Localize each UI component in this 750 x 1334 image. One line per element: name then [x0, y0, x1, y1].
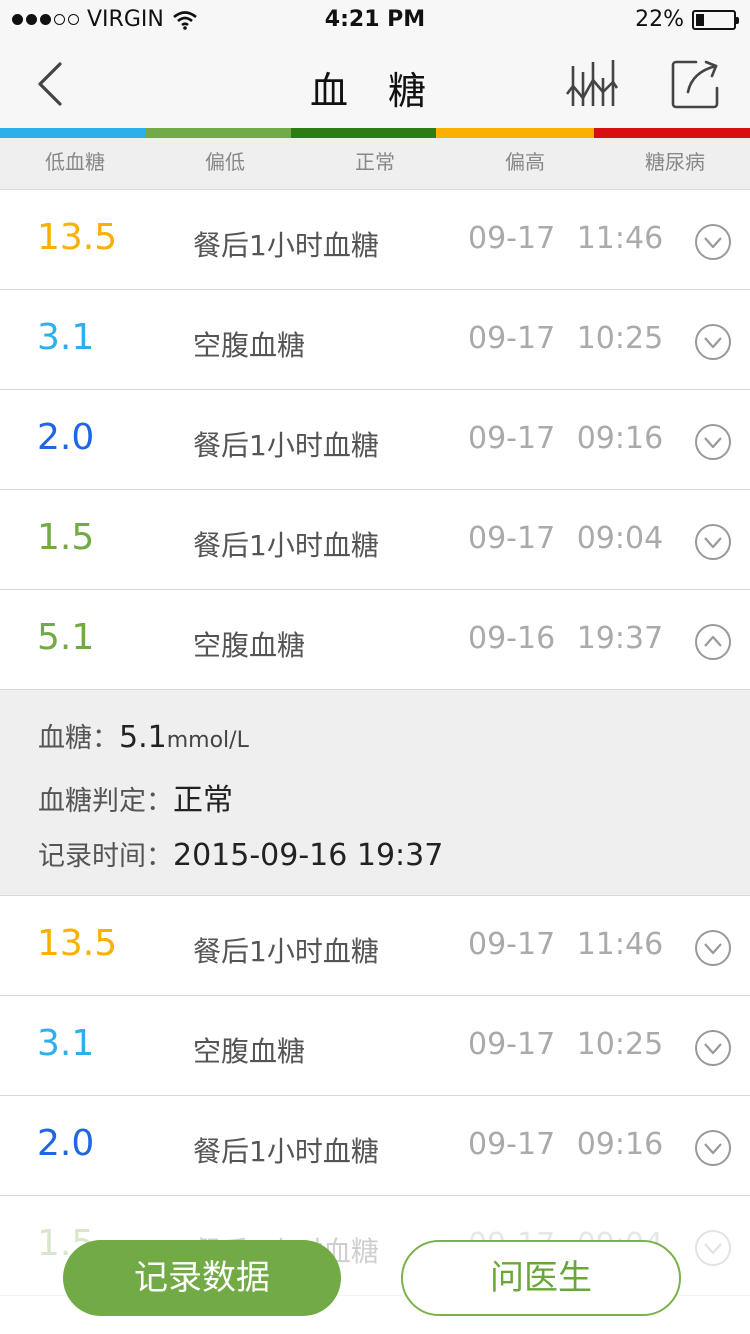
chevron-down-icon[interactable]	[694, 1029, 732, 1067]
battery-percent: 22%	[635, 7, 684, 32]
record-row[interactable]: 5.1 空腹血糖 09-16 19:37	[0, 590, 750, 690]
chevron-up-icon[interactable]	[694, 623, 732, 661]
battery-icon	[692, 9, 739, 30]
page-title: 血 糖	[309, 69, 441, 113]
ask-doctor-button[interactable]: 问医生	[401, 1240, 681, 1316]
color-bar-segment	[291, 128, 436, 138]
glucose-value: 5.1	[37, 617, 95, 658]
glucose-value: 2.0	[37, 1123, 95, 1164]
detail-judge-value: 正常	[173, 783, 233, 818]
record-list: 13.5 餐后1小时血糖 09-17 11:46 3.1 空腹血糖 09-17 10:25…	[0, 190, 750, 1296]
level-label-normal: 正常	[355, 150, 395, 174]
record-row[interactable]: 1.5 餐后1小时血糖 09-17 09:04	[0, 490, 750, 590]
color-bar-segment	[0, 128, 145, 138]
measurement-type: 餐后1小时血糖	[193, 429, 379, 462]
level-label-diabetes: 糖尿病	[645, 150, 705, 174]
record-time: 09-17 09:16	[468, 1127, 664, 1162]
status-bar: VIRGIN 4:21 PM 22%	[0, 0, 750, 40]
chevron-down-icon[interactable]	[694, 223, 732, 261]
measurement-type: 空腹血糖	[193, 329, 306, 362]
record-time: 09-17 10:25	[468, 321, 664, 356]
detail-judge: 血糖判定：正常	[38, 775, 750, 834]
record-row[interactable]: 13.5 餐后1小时血糖 09-17 11:46	[0, 896, 750, 996]
color-bar-segment	[145, 128, 291, 138]
glucose-value: 2.0	[37, 417, 95, 458]
nav-bar: 血 糖	[0, 40, 750, 128]
chevron-down-icon[interactable]	[694, 523, 732, 561]
share-button[interactable]	[670, 58, 722, 110]
level-label-high: 偏高	[505, 150, 545, 174]
chevron-down-icon[interactable]	[694, 323, 732, 361]
detail-time-value: 2015-09-16 19:37	[173, 838, 444, 873]
detail-sugar: 血糖：5.1mmol/L	[38, 716, 750, 775]
glucose-value: 13.5	[37, 923, 118, 964]
measurement-type: 餐后1小时血糖	[193, 1135, 379, 1168]
measurement-type: 餐后1小时血糖	[193, 529, 379, 562]
color-bar-segment	[594, 128, 750, 138]
level-label-low: 偏低	[205, 150, 245, 174]
measurement-type: 空腹血糖	[193, 629, 306, 662]
record-data-button[interactable]: 记录数据	[63, 1240, 341, 1316]
glucose-value: 3.1	[37, 1023, 95, 1064]
detail-time: 记录时间：2015-09-16 19:37	[38, 834, 750, 893]
detail-sugar-value: 5.1	[119, 720, 167, 755]
record-time: 09-17 11:46	[468, 927, 664, 962]
color-bar-segment	[436, 128, 594, 138]
record-time: 09-17 10:25	[468, 1027, 664, 1062]
chevron-down-icon[interactable]	[694, 1129, 732, 1167]
chart-button[interactable]	[565, 58, 619, 110]
glucose-value: 13.5	[37, 217, 118, 258]
detail-time-label: 记录时间：	[38, 841, 173, 872]
glucose-value: 1.5	[37, 517, 95, 558]
chevron-down-icon[interactable]	[694, 423, 732, 461]
record-row[interactable]: 2.0 餐后1小时血糖 09-17 09:16	[0, 390, 750, 490]
record-time: 09-17 11:46	[468, 221, 664, 256]
level-label-hypoglycemia: 低血糖	[45, 150, 105, 174]
record-detail-panel: 血糖：5.1mmol/L 血糖判定：正常 记录时间：2015-09-16 19:37	[0, 690, 750, 896]
measurement-type: 餐后1小时血糖	[193, 935, 379, 968]
record-row[interactable]: 3.1 空腹血糖 09-17 10:25	[0, 290, 750, 390]
battery-status: 22%	[635, 7, 739, 32]
measurement-type: 空腹血糖	[193, 1035, 306, 1068]
glucose-level-labels: 低血糖 偏低 正常 偏高 糖尿病	[0, 138, 750, 190]
record-row[interactable]: 13.5 餐后1小时血糖 09-17 11:46	[0, 190, 750, 290]
glucose-level-color-bar	[0, 128, 750, 138]
detail-judge-label: 血糖判定：	[38, 786, 173, 817]
record-time: 09-17 09:04	[468, 521, 664, 556]
share-icon	[671, 60, 719, 109]
record-time: 09-16 19:37	[468, 621, 664, 656]
detail-sugar-unit: mmol/L	[166, 728, 249, 753]
chart-icon	[565, 60, 619, 106]
glucose-value: 3.1	[37, 317, 95, 358]
record-row[interactable]: 3.1 空腹血糖 09-17 10:25	[0, 996, 750, 1096]
detail-sugar-label: 血糖：	[38, 723, 119, 754]
record-time: 09-17 09:16	[468, 421, 664, 456]
chevron-down-icon[interactable]	[694, 929, 732, 967]
record-row[interactable]: 2.0 餐后1小时血糖 09-17 09:16	[0, 1096, 750, 1196]
measurement-type: 餐后1小时血糖	[193, 229, 379, 262]
